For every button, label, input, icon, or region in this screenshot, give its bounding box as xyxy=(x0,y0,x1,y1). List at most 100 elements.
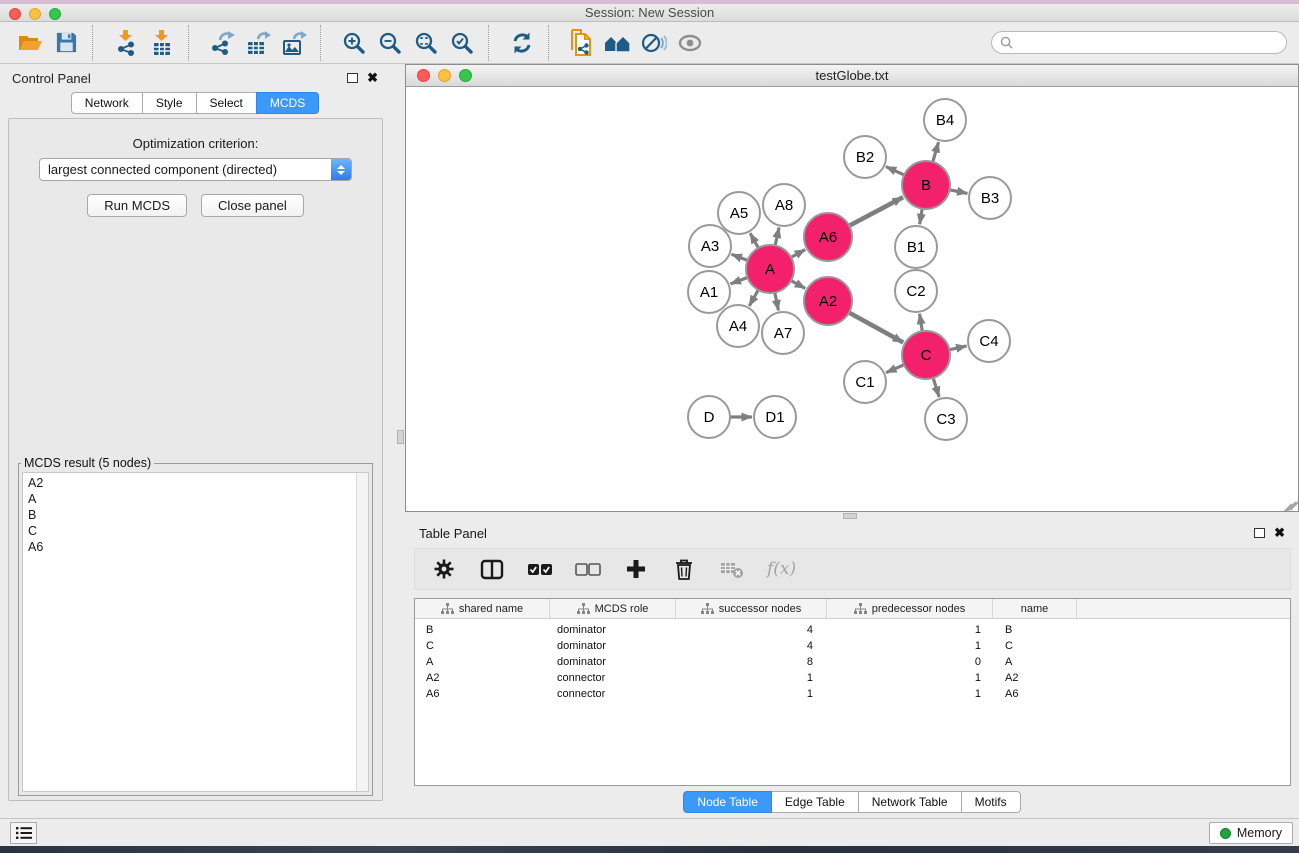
node-A6[interactable]: A6 xyxy=(804,213,852,261)
tab-network-table[interactable]: Network Table xyxy=(858,791,962,813)
node-C3[interactable]: C3 xyxy=(925,398,967,440)
result-scrollbar[interactable] xyxy=(356,473,368,791)
table-cell[interactable]: B xyxy=(415,624,550,636)
node-C[interactable]: C xyxy=(902,331,950,379)
tab-node-table[interactable]: Node Table xyxy=(683,791,772,813)
column-header-successor-nodes[interactable]: successor nodes xyxy=(676,599,827,618)
table-settings-button[interactable] xyxy=(431,556,457,582)
search-input[interactable] xyxy=(1018,36,1278,50)
float-panel-icon[interactable] xyxy=(347,73,358,83)
run-mcds-button[interactable]: Run MCDS xyxy=(87,194,187,217)
table-cell[interactable]: 1 xyxy=(676,672,827,684)
node-A1[interactable]: A1 xyxy=(688,271,730,313)
node-B3[interactable]: B3 xyxy=(969,177,1011,219)
table-cell[interactable]: A xyxy=(993,656,1077,668)
select-all-columns-button[interactable] xyxy=(527,556,553,582)
close-panel-icon[interactable]: ✖ xyxy=(367,73,378,83)
hide-graphics-details-button[interactable] xyxy=(636,26,672,60)
table-cell[interactable]: A6 xyxy=(993,688,1077,700)
tab-motifs[interactable]: Motifs xyxy=(961,791,1021,813)
table-cell[interactable]: 1 xyxy=(827,624,993,636)
node-C2[interactable]: C2 xyxy=(895,270,937,312)
tab-network[interactable]: Network xyxy=(71,92,143,114)
table-cell[interactable]: dominator xyxy=(550,640,676,652)
tab-style[interactable]: Style xyxy=(142,92,197,114)
tab-mcds[interactable]: MCDS xyxy=(256,92,319,114)
create-column-button[interactable] xyxy=(623,556,649,582)
node-A5[interactable]: A5 xyxy=(718,192,760,234)
table-cell[interactable]: 1 xyxy=(676,688,827,700)
network-document-button[interactable] xyxy=(564,26,600,60)
delete-column-button[interactable] xyxy=(671,556,697,582)
table-cell[interactable]: 1 xyxy=(827,672,993,684)
save-session-button[interactable] xyxy=(48,26,84,60)
horizontal-splitter-handle[interactable] xyxy=(843,513,857,519)
zoom-fit-button[interactable] xyxy=(408,26,444,60)
table-cell[interactable]: 4 xyxy=(676,624,827,636)
node-A3[interactable]: A3 xyxy=(689,225,731,267)
table-cell[interactable]: C xyxy=(993,640,1077,652)
close-table-panel-icon[interactable]: ✖ xyxy=(1274,528,1285,538)
node-D1[interactable]: D1 xyxy=(754,396,796,438)
node-A8[interactable]: A8 xyxy=(763,184,805,226)
node-A4[interactable]: A4 xyxy=(717,305,759,347)
export-image-button[interactable] xyxy=(276,26,312,60)
table-cell[interactable]: B xyxy=(993,624,1077,636)
resize-grip-icon[interactable] xyxy=(1284,497,1297,510)
table-cell[interactable]: A2 xyxy=(993,672,1077,684)
node-C4[interactable]: C4 xyxy=(968,320,1010,362)
task-history-button[interactable] xyxy=(10,822,37,844)
search-box[interactable] xyxy=(991,31,1287,54)
vertical-splitter-handle[interactable] xyxy=(397,430,404,444)
float-table-panel-icon[interactable] xyxy=(1254,528,1265,538)
table-cell[interactable]: 0 xyxy=(827,656,993,668)
tab-select[interactable]: Select xyxy=(196,92,257,114)
table-row[interactable]: Bdominator41B xyxy=(415,622,1290,638)
node-B1[interactable]: B1 xyxy=(895,226,937,268)
table-cell[interactable]: 8 xyxy=(676,656,827,668)
table-row[interactable]: A2connector11A2 xyxy=(415,670,1290,686)
table-cell[interactable]: dominator xyxy=(550,656,676,668)
node-D[interactable]: D xyxy=(688,396,730,438)
table-cell[interactable]: A2 xyxy=(415,672,550,684)
table-cell[interactable]: A6 xyxy=(415,688,550,700)
table-cell[interactable]: A xyxy=(415,656,550,668)
column-header-name[interactable]: name xyxy=(993,599,1077,618)
node-B4[interactable]: B4 xyxy=(924,99,966,141)
node-A[interactable]: A xyxy=(746,245,794,293)
table-cell[interactable]: connector xyxy=(550,688,676,700)
import-table-button[interactable] xyxy=(144,26,180,60)
import-network-button[interactable] xyxy=(108,26,144,60)
node-A7[interactable]: A7 xyxy=(762,312,804,354)
export-network-button[interactable] xyxy=(204,26,240,60)
table-cell[interactable]: 1 xyxy=(827,640,993,652)
refresh-layout-button[interactable] xyxy=(504,26,540,60)
tab-edge-table[interactable]: Edge Table xyxy=(771,791,859,813)
column-header-shared-name[interactable]: shared name xyxy=(415,599,550,618)
zoom-selected-button[interactable] xyxy=(444,26,480,60)
show-column-panel-button[interactable] xyxy=(479,556,505,582)
export-table-button[interactable] xyxy=(240,26,276,60)
node-B[interactable]: B xyxy=(902,161,950,209)
table-row[interactable]: Adominator80A xyxy=(415,654,1290,670)
column-header-MCDS-role[interactable]: MCDS role xyxy=(550,599,676,618)
table-cell[interactable]: connector xyxy=(550,672,676,684)
table-row[interactable]: A6connector11A6 xyxy=(415,686,1290,702)
zoom-out-button[interactable] xyxy=(372,26,408,60)
network-window-titlebar[interactable]: testGlobe.txt xyxy=(406,65,1298,87)
open-session-button[interactable] xyxy=(12,26,48,60)
zoom-in-button[interactable] xyxy=(336,26,372,60)
table-cell[interactable]: 1 xyxy=(827,688,993,700)
home-button[interactable] xyxy=(600,26,636,60)
column-header-predecessor-nodes[interactable]: predecessor nodes xyxy=(827,599,993,618)
table-cell[interactable]: dominator xyxy=(550,624,676,636)
node-B2[interactable]: B2 xyxy=(844,136,886,178)
table-row[interactable]: Cdominator41C xyxy=(415,638,1290,654)
close-panel-button[interactable]: Close panel xyxy=(201,194,304,217)
unselect-all-columns-button[interactable] xyxy=(575,556,601,582)
table-cell[interactable]: 4 xyxy=(676,640,827,652)
memory-button[interactable]: Memory xyxy=(1209,822,1293,844)
criterion-select[interactable]: largest connected component (directed) xyxy=(39,158,352,181)
node-A2[interactable]: A2 xyxy=(804,277,852,325)
table-cell[interactable]: C xyxy=(415,640,550,652)
